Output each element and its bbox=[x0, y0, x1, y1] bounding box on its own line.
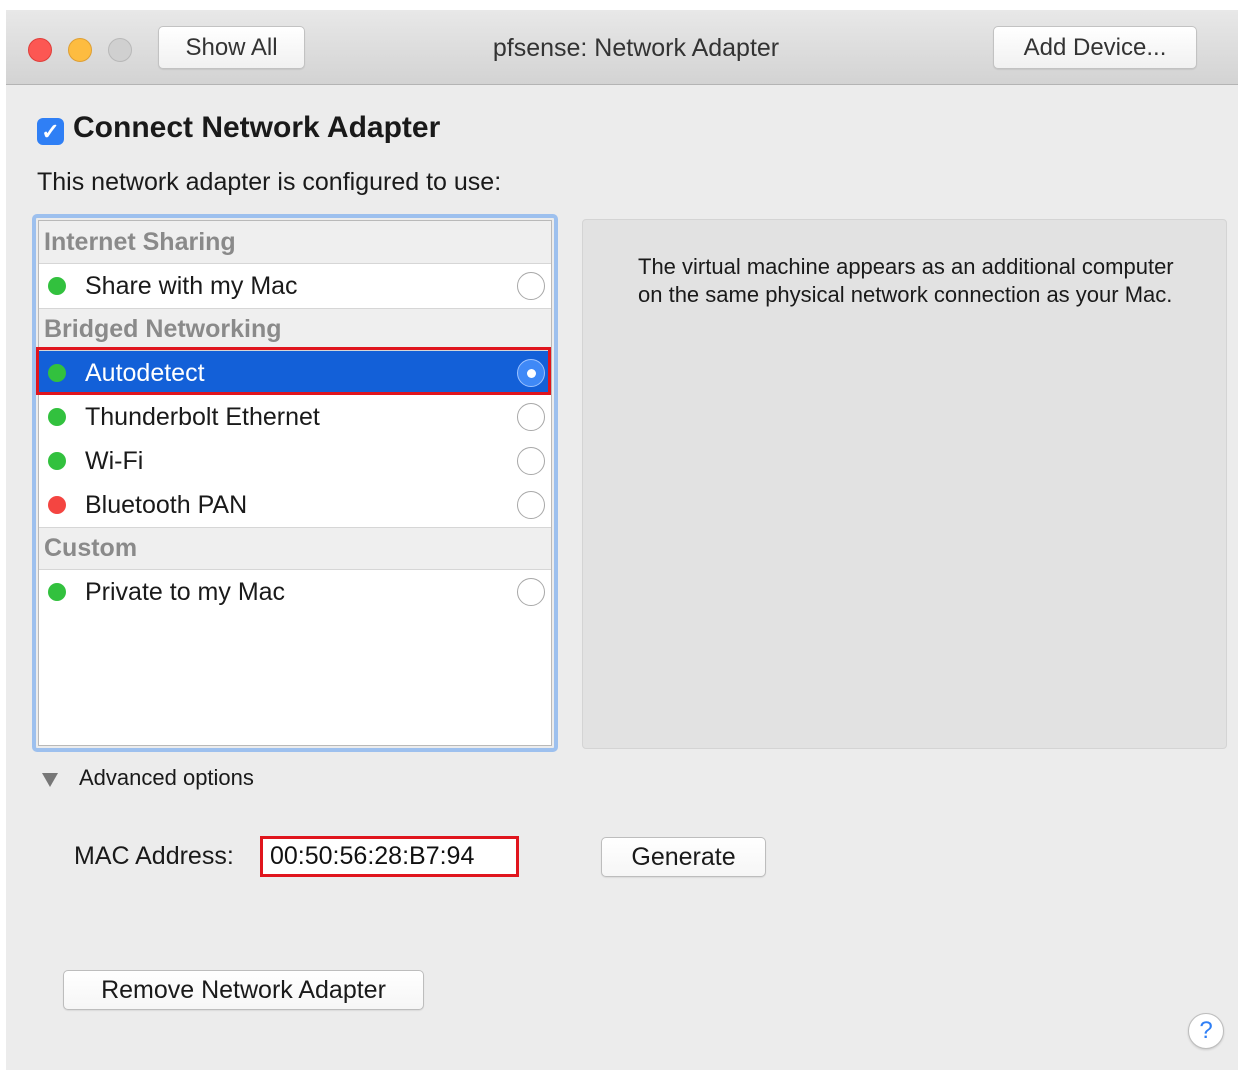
radio-button[interactable] bbox=[517, 403, 545, 431]
radio-button[interactable] bbox=[517, 272, 545, 300]
add-device-button[interactable]: Add Device... bbox=[993, 26, 1197, 69]
window-title: pfsense: Network Adapter bbox=[492, 34, 780, 62]
network-source-list[interactable]: Internet Sharing Share with my Mac Bridged… bbox=[38, 220, 552, 746]
mac-address-label: MAC Address: bbox=[74, 842, 234, 870]
show-all-button[interactable]: Show All bbox=[158, 26, 305, 69]
network-option-row[interactable]: Thunderbolt Ethernet bbox=[39, 395, 551, 439]
mac-address-field[interactable]: 00:50:56:28:B7:94 bbox=[260, 836, 519, 877]
network-option-row[interactable]: Wi-Fi bbox=[39, 439, 551, 483]
group-header: Bridged Networking bbox=[39, 308, 551, 351]
status-dot-icon bbox=[48, 364, 66, 382]
close-window-button[interactable] bbox=[28, 38, 52, 62]
description-panel: The virtual machine appears as an additi… bbox=[582, 219, 1227, 749]
help-icon[interactable]: ? bbox=[1188, 1013, 1224, 1049]
radio-dot-icon bbox=[526, 368, 536, 378]
radio-button[interactable] bbox=[517, 491, 545, 519]
network-option-label: Bluetooth PAN bbox=[85, 490, 248, 519]
advanced-options-label[interactable]: Advanced options bbox=[79, 765, 254, 791]
group-header: Custom bbox=[39, 527, 551, 570]
remove-network-adapter-button[interactable]: Remove Network Adapter bbox=[63, 970, 424, 1010]
title-bar: Show All pfsense: Network Adapter Add De… bbox=[6, 10, 1238, 85]
radio-button[interactable] bbox=[517, 578, 545, 606]
group-header: Internet Sharing bbox=[39, 221, 551, 264]
network-option-label: Autodetect bbox=[85, 358, 205, 387]
configured-to-use-text: This network adapter is configured to us… bbox=[37, 168, 502, 196]
radio-button[interactable] bbox=[517, 447, 545, 475]
description-text: The virtual machine appears as an additi… bbox=[638, 254, 1174, 307]
network-option-label: Private to my Mac bbox=[85, 577, 286, 606]
connect-adapter-checkbox[interactable]: ✓ bbox=[37, 118, 64, 145]
network-option-row[interactable]: Bluetooth PAN bbox=[39, 483, 551, 527]
disclosure-triangle-icon[interactable] bbox=[42, 773, 58, 787]
radio-button[interactable] bbox=[517, 359, 545, 387]
network-option-row[interactable]: Share with my Mac bbox=[39, 264, 551, 308]
status-dot-icon bbox=[48, 496, 66, 514]
zoom-window-button[interactable] bbox=[108, 38, 132, 62]
network-option-row[interactable]: Private to my Mac bbox=[39, 570, 551, 614]
status-dot-icon bbox=[48, 452, 66, 470]
connect-adapter-label[interactable]: Connect Network Adapter bbox=[73, 111, 440, 145]
network-option-row[interactable]: Autodetect bbox=[39, 351, 551, 395]
generate-button[interactable]: Generate bbox=[601, 837, 766, 877]
status-dot-icon bbox=[48, 277, 66, 295]
minimize-window-button[interactable] bbox=[68, 38, 92, 62]
status-dot-icon bbox=[48, 583, 66, 601]
network-option-label: Wi-Fi bbox=[85, 446, 144, 475]
network-option-label: Share with my Mac bbox=[85, 271, 298, 300]
network-option-label: Thunderbolt Ethernet bbox=[85, 402, 320, 431]
status-dot-icon bbox=[48, 408, 66, 426]
